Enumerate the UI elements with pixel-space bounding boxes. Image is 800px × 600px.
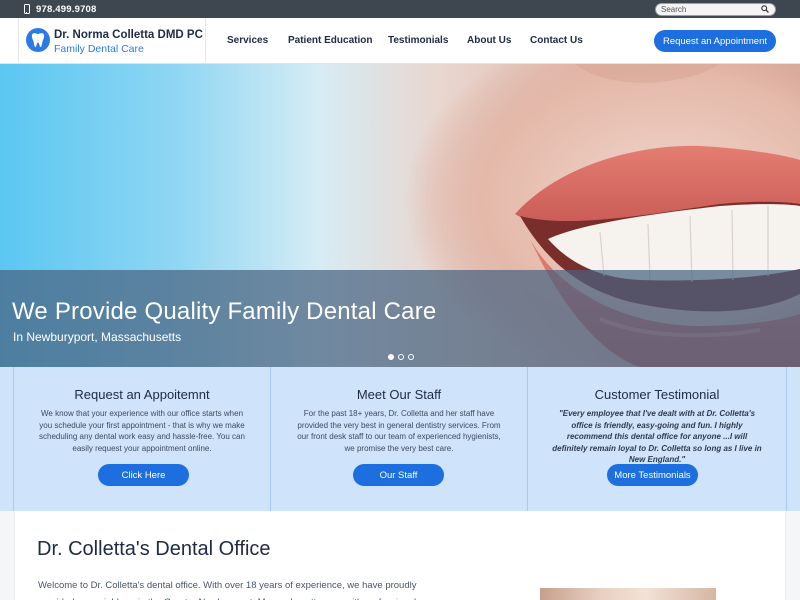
click-here-button[interactable]: Click Here xyxy=(98,464,189,486)
content-card: Dr. Colletta's Dental Office Welcome to … xyxy=(14,511,786,600)
tooth-logo-icon xyxy=(26,28,50,52)
intro-paragraph: Welcome to Dr. Colletta's dental office.… xyxy=(38,580,417,600)
feature-title: Customer Testimonial xyxy=(594,387,720,402)
nav-about-us[interactable]: About Us xyxy=(467,35,511,46)
feature-gutter-right xyxy=(786,367,800,511)
hero-title: We Provide Quality Family Dental Care xyxy=(12,298,437,325)
feature-meet-staff: Meet Our Staff For the past 18+ years, D… xyxy=(271,367,528,511)
nav-contact-us[interactable]: Contact Us xyxy=(530,35,583,46)
hero-caption: We Provide Quality Family Dental Care In… xyxy=(0,270,800,367)
search-box xyxy=(655,3,776,16)
phone-icon xyxy=(24,4,30,14)
slider-dot-2[interactable] xyxy=(398,354,404,360)
testimonial-quote: "Every employee that I've dealt with at … xyxy=(552,409,762,465)
slider-dots xyxy=(388,354,414,360)
feature-columns: Request an Appoitemnt We know that your … xyxy=(0,367,800,511)
brand-name: Dr. Norma Colletta DMD PC xyxy=(54,29,203,41)
search-icon[interactable] xyxy=(761,5,769,13)
request-appointment-button[interactable]: Request an Appointment xyxy=(654,30,776,52)
slider-dot-1[interactable] xyxy=(388,354,394,360)
phone-number[interactable]: 978.499.9708 xyxy=(24,2,97,16)
hero-slider: We Provide Quality Family Dental Care In… xyxy=(0,64,800,367)
nav-testimonials[interactable]: Testimonials xyxy=(388,35,448,46)
main-content: Dr. Colletta's Dental Office Welcome to … xyxy=(0,511,800,600)
feature-text: We know that your experience with our of… xyxy=(39,409,245,453)
brand-logo[interactable]: Dr. Norma Colletta DMD PC Family Dental … xyxy=(18,18,206,64)
more-testimonials-button[interactable]: More Testimonials xyxy=(607,464,698,486)
nav-patient-education[interactable]: Patient Education xyxy=(288,35,372,46)
search-input[interactable] xyxy=(661,4,759,15)
feature-request-appointment: Request an Appoitemnt We know that your … xyxy=(14,367,271,511)
feature-gutter-left xyxy=(0,367,14,511)
slider-dot-3[interactable] xyxy=(408,354,414,360)
nav-services[interactable]: Services xyxy=(227,35,268,46)
site-header: Dr. Norma Colletta DMD PC Family Dental … xyxy=(0,18,800,64)
feature-title: Request an Appoitemnt xyxy=(74,387,210,402)
feature-text: For the past 18+ years, Dr. Colletta and… xyxy=(297,409,501,453)
office-photo xyxy=(540,588,716,600)
phone-number-text: 978.499.9708 xyxy=(36,3,97,15)
top-bar: 978.499.9708 xyxy=(0,0,800,18)
page-title: Dr. Colletta's Dental Office xyxy=(37,538,271,560)
brand-tagline: Family Dental Care xyxy=(54,43,144,55)
feature-testimonial: Customer Testimonial "Every employee tha… xyxy=(528,367,786,511)
hero-subtitle: In Newburyport, Massachusetts xyxy=(13,330,182,344)
feature-title: Meet Our Staff xyxy=(356,387,442,402)
our-staff-button[interactable]: Our Staff xyxy=(353,464,444,486)
